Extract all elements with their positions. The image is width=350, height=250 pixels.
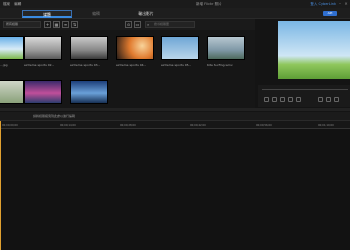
media-label: Kite Surfing.wmv: [207, 63, 233, 67]
zoom-icon[interactable]: ⊙: [125, 21, 132, 28]
panel-divider[interactable]: [0, 108, 350, 111]
window-controls: 登入 CyberLink – ✕: [310, 0, 348, 8]
ruler-label: 00;00;28;00: [120, 124, 136, 127]
media-filter-dropdown[interactable]: 所有媒體: [3, 21, 41, 28]
tab-media[interactable]: 媒體: [22, 10, 72, 18]
ruler-label: 00;01;10;00: [318, 124, 334, 127]
media-thumbnail[interactable]: [24, 36, 62, 60]
fast-forward-icon[interactable]: [296, 97, 301, 102]
media-label: extreme sports 04...: [116, 63, 147, 67]
media-thumbnail[interactable]: [161, 36, 199, 60]
tab-edit[interactable]: 編輯: [76, 10, 116, 18]
close-icon[interactable]: ✕: [344, 2, 348, 6]
fullscreen-icon[interactable]: [334, 97, 339, 102]
menu-bar: 檔案 編輯: [0, 0, 350, 8]
media-label: extreme sports 02...: [24, 63, 55, 67]
ruler-label: 00;00;56;00: [256, 124, 272, 127]
sort-icon[interactable]: ⇅: [71, 21, 78, 28]
tab-bar: 媒體 編輯 輸出影片: [0, 8, 350, 19]
view-options-icon[interactable]: ▭: [134, 21, 141, 28]
next-frame-icon[interactable]: [288, 97, 293, 102]
media-label: extreme sports 03...: [70, 63, 101, 67]
api-badge[interactable]: API: [323, 11, 337, 16]
window-title: 新增 Flickr 照片: [196, 2, 222, 6]
grid-view-icon[interactable]: ▦: [53, 21, 60, 28]
ruler-label: 00;00;00;00: [2, 124, 18, 127]
timeline-hint: 請將媒體拖曳到此處以進行編輯: [33, 114, 76, 118]
media-thumbnail[interactable]: [70, 36, 108, 60]
media-thumbnail[interactable]: [0, 80, 24, 104]
snapshot-icon[interactable]: [326, 97, 331, 102]
list-view-icon[interactable]: ≡: [62, 21, 69, 28]
media-library: ...jpg extreme sports 02... extreme spor…: [0, 30, 255, 108]
media-thumbnail[interactable]: [70, 80, 108, 104]
search-icon: ⌕: [147, 22, 150, 27]
menu-file[interactable]: 檔案: [3, 0, 10, 8]
timeline-ruler[interactable]: [0, 121, 350, 129]
volume-icon[interactable]: [318, 97, 323, 102]
playhead[interactable]: [0, 121, 1, 250]
ruler-label: 00;00;42;00: [190, 124, 206, 127]
media-thumbnail[interactable]: [116, 36, 154, 60]
import-icon[interactable]: +: [44, 21, 51, 28]
media-thumbnail[interactable]: [24, 80, 62, 104]
minimize-icon[interactable]: –: [338, 2, 342, 6]
play-icon[interactable]: [264, 97, 269, 102]
stop-icon[interactable]: [272, 97, 277, 102]
timeline-tracks[interactable]: [0, 129, 350, 250]
media-thumbnail[interactable]: [207, 36, 245, 60]
search-input[interactable]: 搜尋媒體庫: [145, 21, 195, 28]
media-thumbnail[interactable]: [0, 36, 24, 60]
preview-window: [278, 21, 350, 79]
media-label: extreme sports 05...: [161, 63, 192, 67]
ruler-label: 00;00;14;00: [60, 124, 76, 127]
menu-edit[interactable]: 編輯: [14, 0, 21, 8]
prev-frame-icon[interactable]: [280, 97, 285, 102]
tab-produce[interactable]: 輸出影片: [118, 10, 174, 18]
login-link[interactable]: 登入 CyberLink: [310, 2, 336, 7]
preview-scrubber[interactable]: [262, 89, 348, 90]
media-toolbar: 所有媒體 + ▦ ≡ ⇅ ⊙ ▭ 搜尋媒體庫 ⌕: [0, 19, 255, 30]
